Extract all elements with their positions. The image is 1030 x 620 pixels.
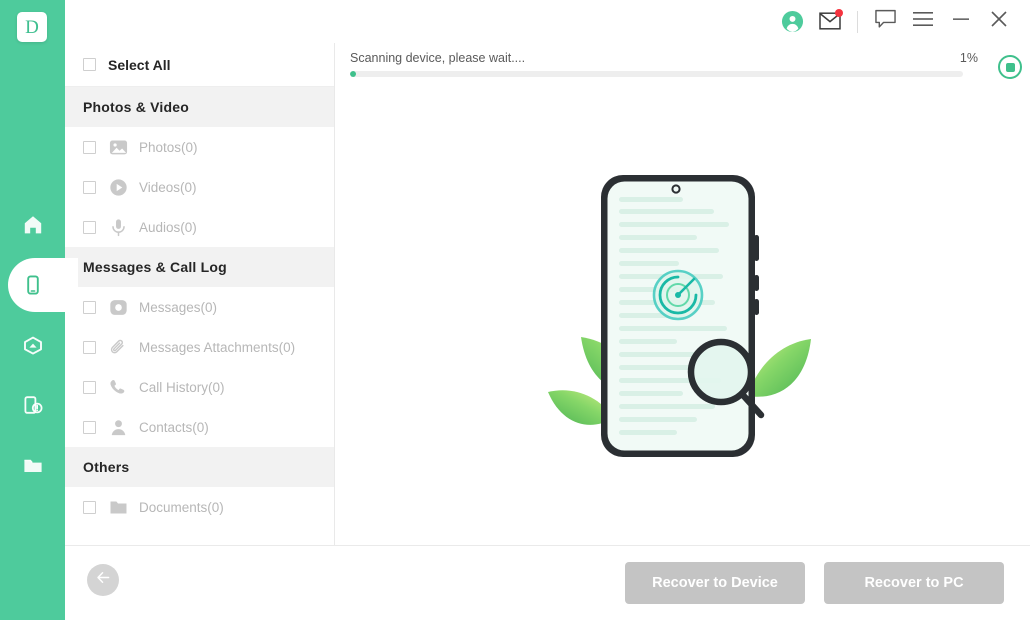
rail-item-home[interactable] [0, 195, 65, 255]
list-item-messages-attachments[interactable]: Messages Attachments(0) [65, 327, 334, 367]
list-item-label: Audios(0) [139, 219, 197, 235]
list-item-label: Messages(0) [139, 299, 218, 315]
video-icon [108, 177, 128, 197]
select-all-checkbox[interactable] [83, 58, 96, 71]
stop-square-icon [1005, 62, 1015, 72]
checkbox-call-history[interactable] [83, 380, 96, 394]
app-logo: D [17, 12, 47, 42]
scan-percent-label: 1% [959, 51, 978, 65]
folder-icon [21, 453, 45, 477]
title-bar-divider [857, 10, 858, 33]
list-item-label: Call History(0) [139, 379, 225, 395]
close-icon [989, 9, 1009, 34]
checkbox-audios[interactable] [83, 220, 96, 234]
rail-item-device-recovery[interactable] [0, 255, 78, 315]
title-bar-buttons [773, 0, 1018, 43]
menu-button[interactable] [904, 0, 942, 43]
group-header-photos-video: Photos & Video [65, 87, 334, 127]
phone-icon [21, 273, 45, 297]
attachment-icon [108, 337, 128, 357]
stop-scan-button[interactable] [998, 55, 1022, 79]
checkbox-messages[interactable] [83, 300, 96, 314]
home-icon [21, 213, 45, 237]
list-item-videos[interactable]: Videos(0) [65, 167, 334, 207]
left-nav-rail: D [0, 0, 78, 620]
bottom-action-bar: Recover to Device Recover to PC [65, 545, 1030, 620]
list-item-messages[interactable]: Messages(0) [65, 287, 334, 327]
checkbox-messages-attachments[interactable] [83, 340, 96, 354]
app-window: D Select All Photos & Video Photos(0) Vi… [0, 0, 1030, 620]
list-item-label: Photos(0) [139, 139, 198, 155]
arrow-left-icon [95, 569, 112, 591]
cloud-icon [21, 333, 45, 357]
scanning-illustration [336, 88, 1030, 545]
feedback-button[interactable] [866, 0, 904, 43]
phone-scan-illustration-svg [548, 174, 811, 457]
audio-icon [108, 217, 128, 237]
mail-icon [819, 8, 843, 32]
progress-fill [350, 71, 357, 77]
title-bar [65, 0, 1030, 43]
list-item-contacts[interactable]: Contacts(0) [65, 407, 334, 447]
call-icon [108, 377, 128, 397]
back-button[interactable] [87, 564, 119, 596]
rail-item-files[interactable] [0, 435, 65, 495]
rail-item-cloud-recovery[interactable] [0, 315, 65, 375]
close-button[interactable] [980, 0, 1018, 43]
category-sidebar: Select All Photos & Video Photos(0) Vide… [65, 43, 335, 545]
mail-unread-badge [835, 8, 843, 17]
device-repair-icon [21, 393, 45, 417]
recover-to-device-button[interactable]: Recover to Device [625, 562, 805, 604]
recover-buttons: Recover to Device Recover to PC [625, 562, 1004, 604]
list-item-label: Videos(0) [139, 179, 197, 195]
account-avatar[interactable] [773, 0, 811, 43]
progress-track [350, 71, 963, 77]
list-item-photos[interactable]: Photos(0) [65, 127, 334, 167]
list-item-call-history[interactable]: Call History(0) [65, 367, 334, 407]
menu-icon [913, 11, 933, 32]
select-all-row[interactable]: Select All [65, 43, 334, 87]
minimize-icon [951, 12, 971, 31]
group-header-others: Others [65, 447, 334, 487]
checkbox-documents[interactable] [83, 500, 96, 514]
select-all-label: Select All [108, 56, 171, 73]
checkbox-contacts[interactable] [83, 420, 96, 434]
list-item-audios[interactable]: Audios(0) [65, 207, 334, 247]
contact-icon [108, 417, 128, 437]
message-icon [108, 297, 128, 317]
scan-status-text: Scanning device, please wait.... [350, 51, 526, 65]
checkbox-videos[interactable] [83, 180, 96, 194]
list-item-label: Documents(0) [139, 499, 224, 515]
document-icon [108, 497, 128, 517]
photo-icon [108, 137, 128, 157]
app-logo-letter: D [25, 16, 39, 38]
checkbox-photos[interactable] [83, 140, 96, 154]
feedback-icon [874, 9, 896, 34]
minimize-button[interactable] [942, 0, 980, 43]
list-item-label: Contacts(0) [139, 419, 209, 435]
main-panel: Scanning device, please wait.... 1% [336, 43, 1030, 545]
list-item-label: Messages Attachments(0) [139, 339, 296, 355]
list-item-documents[interactable]: Documents(0) [65, 487, 334, 527]
recover-to-pc-button[interactable]: Recover to PC [824, 562, 1004, 604]
rail-item-list [0, 195, 78, 495]
group-header-messages-call-log: Messages & Call Log [65, 247, 334, 287]
mail-button[interactable] [811, 0, 849, 43]
rail-item-system-repair[interactable] [0, 375, 65, 435]
scan-progress-bar: Scanning device, please wait.... 1% [336, 43, 1030, 88]
